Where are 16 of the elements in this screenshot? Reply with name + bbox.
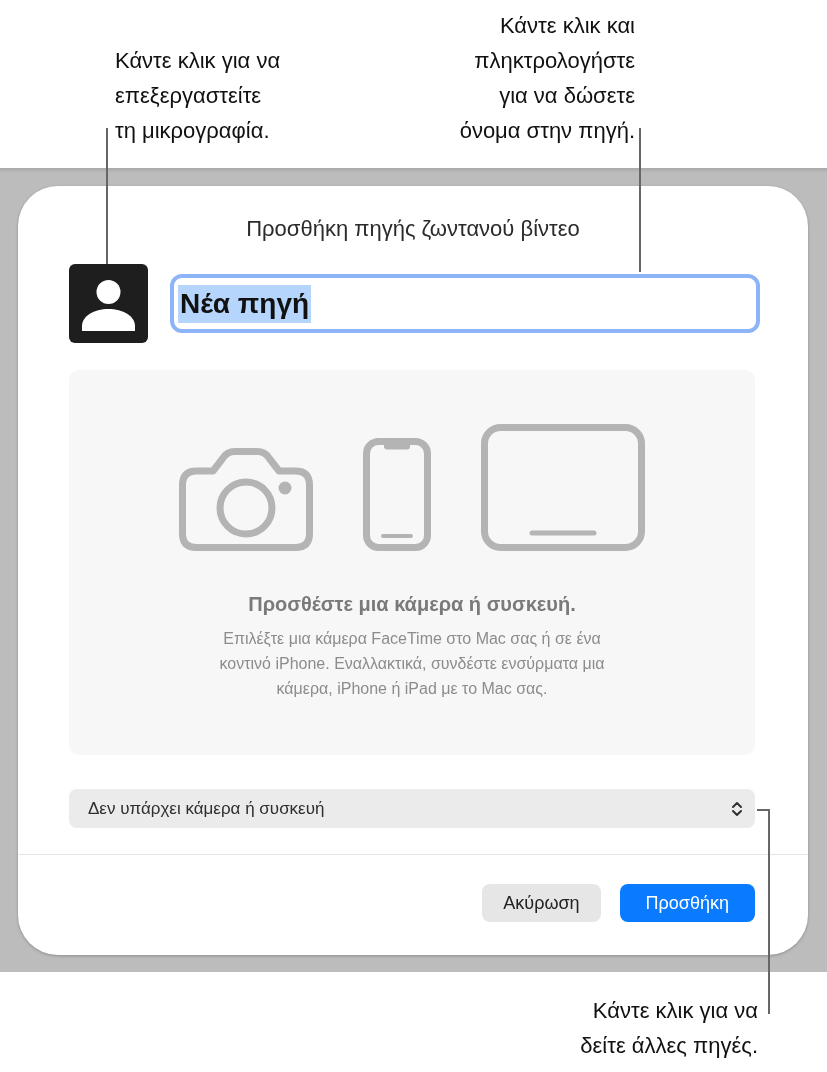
name-field[interactable]: Νέα πηγή xyxy=(170,274,760,333)
callout-text: Κάντε κλικ και πληκτρολογήστε για να δώσετε όνομα στην πηγή. xyxy=(459,12,635,145)
empty-state-description: Επιλέξτε μια κάμερα FaceTime στο Mac σας ή σε ένα κοντινό iPhone. Εναλλακτικά, συνδέστε ενσύρματα μια κάμερα, iPhone ή iPad με το Mac σας. xyxy=(219,629,605,699)
camera-icon xyxy=(179,448,313,551)
field-value: Νέα πηγή xyxy=(178,284,312,323)
tablet-icon xyxy=(481,424,645,551)
source-popup[interactable]: Δεν υπάρχει κάμερα ή συσκευή xyxy=(69,789,755,828)
dialog-title: Προσθήκη πηγής ζωντανού βίντεο xyxy=(245,215,581,243)
updown-chevron-icon xyxy=(731,799,743,818)
callout-text: Κάντε κλικ για να επεξεργαστείτε τη μικρογραφία. xyxy=(115,47,281,145)
phone-icon xyxy=(363,438,431,551)
cancel-button[interactable]: Ακύρωση xyxy=(482,884,601,922)
person-icon[interactable] xyxy=(69,264,148,343)
callout-text: Κάντε κλικ για να δείτε άλλες πηγές. xyxy=(580,997,758,1060)
empty-state-heading: Προσθέστε μια κάμερα ή συσκευή. xyxy=(248,592,576,616)
add-button[interactable]: Προσθήκη xyxy=(619,884,755,922)
